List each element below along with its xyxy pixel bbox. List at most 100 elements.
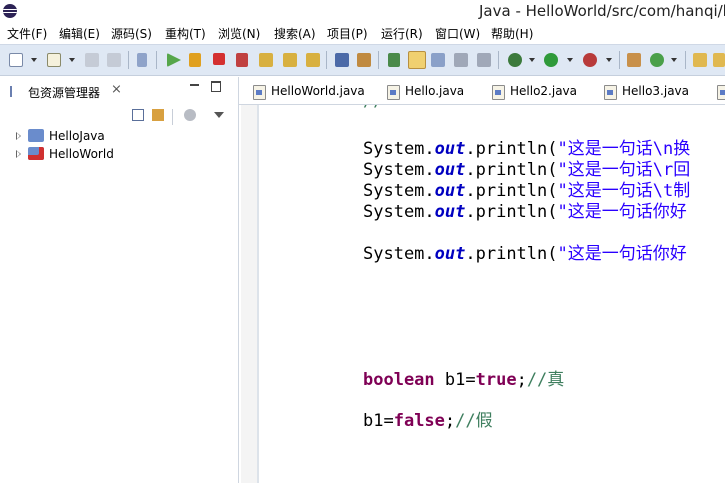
code-text-area[interactable]: // System.out.println("这是一句话\n换 System.o… [363, 105, 725, 483]
debug-icon[interactable] [508, 53, 522, 67]
step-into-icon[interactable] [259, 53, 273, 67]
code-token: ; [444, 411, 456, 431]
menu-file[interactable]: 文件(F) [7, 25, 47, 42]
show-whitespace-icon[interactable] [477, 53, 491, 67]
step-return-icon[interactable] [306, 53, 320, 67]
menu-navigate[interactable]: 浏览(N) [218, 25, 260, 42]
menu-project[interactable]: 项目(P) [327, 25, 368, 42]
vertical-ruler[interactable] [241, 105, 257, 483]
link-with-editor-icon[interactable] [152, 109, 164, 121]
eclipse-logo-icon [3, 4, 17, 18]
use-step-filters-icon[interactable] [335, 53, 349, 67]
view-menu-icon[interactable] [214, 112, 224, 118]
tree-item[interactable]: HelloWorld [0, 145, 238, 163]
expand-icon[interactable] [16, 132, 21, 140]
java-file-icon [717, 85, 725, 100]
toolbar-separator [685, 51, 686, 69]
toolbar-separator [619, 51, 620, 69]
code-token: "这是一句话你好 [557, 244, 687, 264]
tab-hello3-java[interactable]: Hello3.java [596, 81, 696, 103]
code-line: boolean b1=true;//真 [363, 365, 564, 390]
external-tools-icon[interactable] [583, 53, 597, 67]
code-comment-partial: // [363, 105, 394, 111]
tab-package-explorer[interactable]: 包资源管理器 ⨯ [4, 80, 124, 102]
drop-to-frame-icon[interactable] [357, 53, 371, 67]
code-token: System. [363, 202, 435, 222]
code-token: .println( [465, 244, 558, 264]
tab-label: HelloWorld.java [271, 84, 365, 98]
menu-run[interactable]: 运行(R) [381, 25, 423, 42]
show-source-icon[interactable] [454, 53, 468, 67]
package-explorer-icon [10, 86, 22, 97]
title-bar: Java - HelloWorld/src/com/hanqi/l [0, 0, 725, 22]
block-selection-icon[interactable] [431, 53, 445, 67]
code-token: b1= [363, 411, 394, 431]
open-file-icon[interactable] [713, 53, 725, 67]
skip-breakpoints-icon[interactable] [137, 53, 147, 67]
suspend-icon[interactable] [189, 53, 201, 67]
disconnect-icon[interactable] [236, 53, 248, 67]
menu-source[interactable]: 源码(S) [111, 25, 152, 42]
new-java-class-icon[interactable] [650, 53, 664, 67]
menu-search[interactable]: 搜索(A) [274, 25, 316, 42]
tab-label: Hello2.java [510, 84, 578, 98]
new-dropdown-icon[interactable] [31, 58, 37, 62]
save-all-icon[interactable] [107, 53, 121, 67]
code-token: boolean [363, 370, 435, 390]
resume-icon[interactable] [167, 53, 181, 67]
debug-dropdown-icon[interactable] [529, 58, 535, 62]
new-project-dropdown-icon[interactable] [69, 58, 75, 62]
run-dropdown-icon[interactable] [567, 58, 573, 62]
save-icon[interactable] [85, 53, 99, 67]
menu-help[interactable]: 帮助(H) [491, 25, 533, 42]
close-icon[interactable]: ⨯ [111, 82, 122, 97]
menu-refactor[interactable]: 重构(T) [165, 25, 206, 42]
maximize-icon[interactable] [211, 81, 221, 92]
code-line: System.out.println("这是一句话你好 [363, 197, 687, 222]
new-class-dropdown-icon[interactable] [671, 58, 677, 62]
editor-tab-strip: HelloWorld.java Hello.java Hello2.java H… [239, 77, 725, 105]
step-over-icon[interactable] [283, 53, 297, 67]
menu-edit[interactable]: 编辑(E) [59, 25, 100, 42]
minimize-icon[interactable] [190, 84, 199, 86]
toggle-mark-occurrences-icon[interactable] [408, 51, 426, 69]
code-token: true [475, 370, 517, 390]
new-icon[interactable] [9, 53, 23, 67]
java-file-icon [387, 85, 400, 100]
run-icon[interactable] [544, 53, 558, 67]
menu-window[interactable]: 窗口(W) [435, 25, 480, 42]
external-tools-dropdown-icon[interactable] [606, 58, 612, 62]
project-label: HelloJava [49, 129, 105, 143]
terminate-icon[interactable] [213, 53, 225, 65]
new-java-package-icon[interactable] [627, 53, 641, 67]
code-token: false [393, 411, 445, 431]
tab-hello-java[interactable]: Hello.java [379, 81, 469, 103]
java-file-icon [604, 85, 617, 100]
tab-label: Hello.java [405, 84, 465, 98]
code-line: System.out.println("这是一句话你好 [363, 239, 687, 264]
tab-overflow[interactable] [709, 81, 725, 103]
expand-icon[interactable] [16, 150, 21, 158]
tab-helloworld-java[interactable]: HelloWorld.java [245, 81, 365, 103]
code-token: .println( [465, 202, 558, 222]
main-toolbar [0, 44, 725, 76]
focus-task-icon[interactable] [184, 109, 196, 121]
java-file-icon [253, 85, 266, 100]
explorer-tab-bar: 包资源管理器 ⨯ [0, 77, 238, 104]
open-folder-icon[interactable] [693, 53, 707, 67]
open-type-icon[interactable] [388, 53, 400, 67]
tab-hello2-java[interactable]: Hello2.java [484, 81, 584, 103]
tree-item[interactable]: HelloJava [0, 127, 238, 145]
explorer-title: 包资源管理器 [28, 86, 101, 100]
project-label: HelloWorld [49, 147, 114, 161]
new-project-icon[interactable] [47, 53, 61, 67]
toolbar-separator [156, 51, 157, 69]
code-editor: HelloWorld.java Hello.java Hello2.java H… [239, 77, 725, 483]
code-token: ; [516, 370, 527, 390]
toolbar-separator [498, 51, 499, 69]
java-project-error-icon [28, 147, 44, 160]
code-token: System. [363, 244, 435, 264]
collapse-all-icon[interactable] [132, 109, 144, 121]
toolbar-separator [378, 51, 379, 69]
ruler-divider [257, 105, 259, 483]
